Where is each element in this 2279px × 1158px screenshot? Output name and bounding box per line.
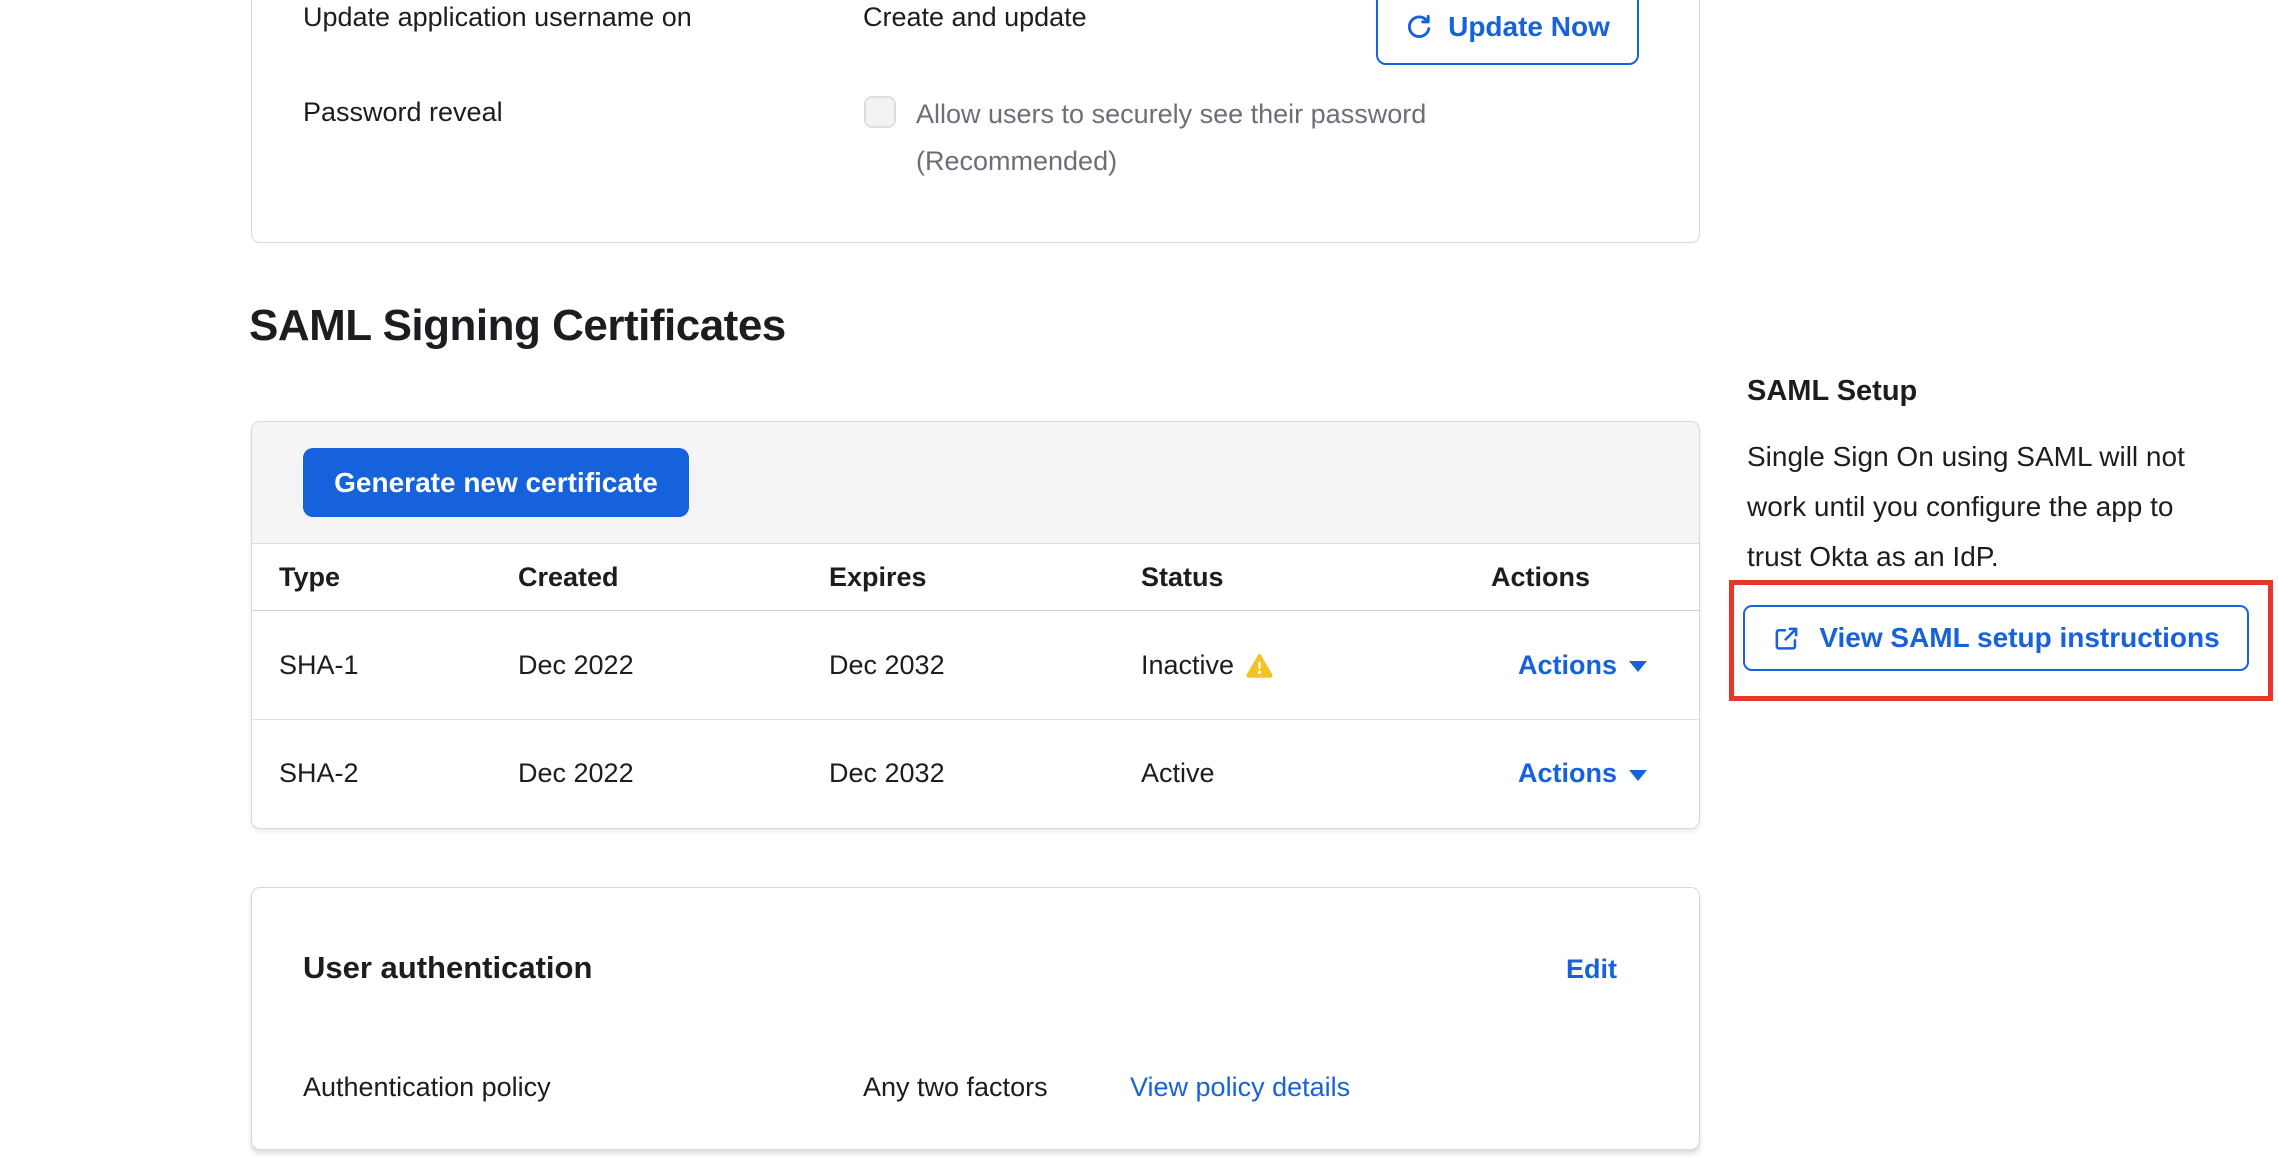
username-update-value: Create and update	[863, 2, 1087, 33]
auth-policy-value: Any two factors	[863, 1072, 1048, 1103]
cert-row-sha1: SHA-1 Dec 2022 Dec 2032 Inactive Actions	[252, 611, 1699, 719]
status-text: Inactive	[1141, 650, 1234, 681]
cell-expires: Dec 2032	[829, 758, 1141, 789]
header-actions: Actions	[1491, 562, 1699, 593]
cell-created: Dec 2022	[518, 758, 829, 789]
okta-app-settings-page: Update application username on Create an…	[0, 0, 2279, 1158]
refresh-icon	[1405, 13, 1433, 41]
auth-policy-label: Authentication policy	[303, 1072, 551, 1103]
caret-down-icon	[1629, 661, 1647, 672]
user-auth-card: User authentication Edit Authentication …	[251, 887, 1700, 1150]
actions-label: Actions	[1518, 758, 1617, 789]
provisioning-card: Update application username on Create an…	[251, 0, 1700, 243]
password-reveal-label: Password reveal	[303, 97, 503, 128]
username-update-label: Update application username on	[303, 2, 692, 33]
generate-certificate-button[interactable]: Generate new certificate	[303, 448, 689, 517]
update-now-label: Update Now	[1448, 11, 1610, 43]
view-policy-details-link[interactable]: View policy details	[1130, 1072, 1350, 1103]
external-link-icon	[1772, 624, 1801, 653]
saml-setup-title: SAML Setup	[1747, 375, 1917, 408]
warning-icon	[1246, 652, 1273, 679]
cell-status: Inactive	[1141, 650, 1491, 681]
saml-certificates-heading: SAML Signing Certificates	[249, 301, 786, 351]
actions-dropdown[interactable]: Actions	[1491, 758, 1699, 789]
cell-type: SHA-1	[279, 650, 518, 681]
saml-setup-description-line: work until you configure the app to	[1747, 482, 2279, 532]
password-reveal-checkbox[interactable]	[864, 96, 896, 128]
edit-link[interactable]: Edit	[1566, 954, 1617, 985]
cert-row-sha2: SHA-2 Dec 2022 Dec 2032 Active Actions	[252, 719, 1699, 827]
password-reveal-checkbox-label: Allow users to securely see their passwo…	[916, 99, 1426, 130]
user-auth-title: User authentication	[303, 950, 592, 986]
header-created: Created	[518, 562, 829, 593]
header-type: Type	[279, 562, 518, 593]
cell-created: Dec 2022	[518, 650, 829, 681]
cell-status: Active	[1141, 758, 1491, 789]
red-annotation-box: View SAML setup instructions	[1729, 580, 2273, 701]
certificates-toolbar: Generate new certificate	[252, 422, 1699, 544]
caret-down-icon	[1629, 770, 1647, 781]
actions-label: Actions	[1518, 650, 1617, 681]
status-text: Active	[1141, 758, 1215, 789]
saml-setup-description-line: trust Okta as an IdP.	[1747, 532, 2279, 582]
cell-type: SHA-2	[279, 758, 518, 789]
password-reveal-checkbox-label-note: (Recommended)	[916, 146, 1117, 177]
certificates-card: Generate new certificate Type Created Ex…	[251, 421, 1700, 829]
saml-setup-description-line: Single Sign On using SAML will not	[1747, 432, 2279, 482]
saml-setup-description: Single Sign On using SAML will not work …	[1747, 432, 2279, 582]
cell-expires: Dec 2032	[829, 650, 1141, 681]
header-expires: Expires	[829, 562, 1141, 593]
update-now-button[interactable]: Update Now	[1376, 0, 1639, 65]
actions-dropdown[interactable]: Actions	[1491, 650, 1699, 681]
view-saml-instructions-label: View SAML setup instructions	[1819, 622, 2219, 654]
header-status: Status	[1141, 562, 1491, 593]
view-saml-instructions-button[interactable]: View SAML setup instructions	[1743, 605, 2249, 671]
cert-table-header: Type Created Expires Status Actions	[252, 544, 1699, 611]
